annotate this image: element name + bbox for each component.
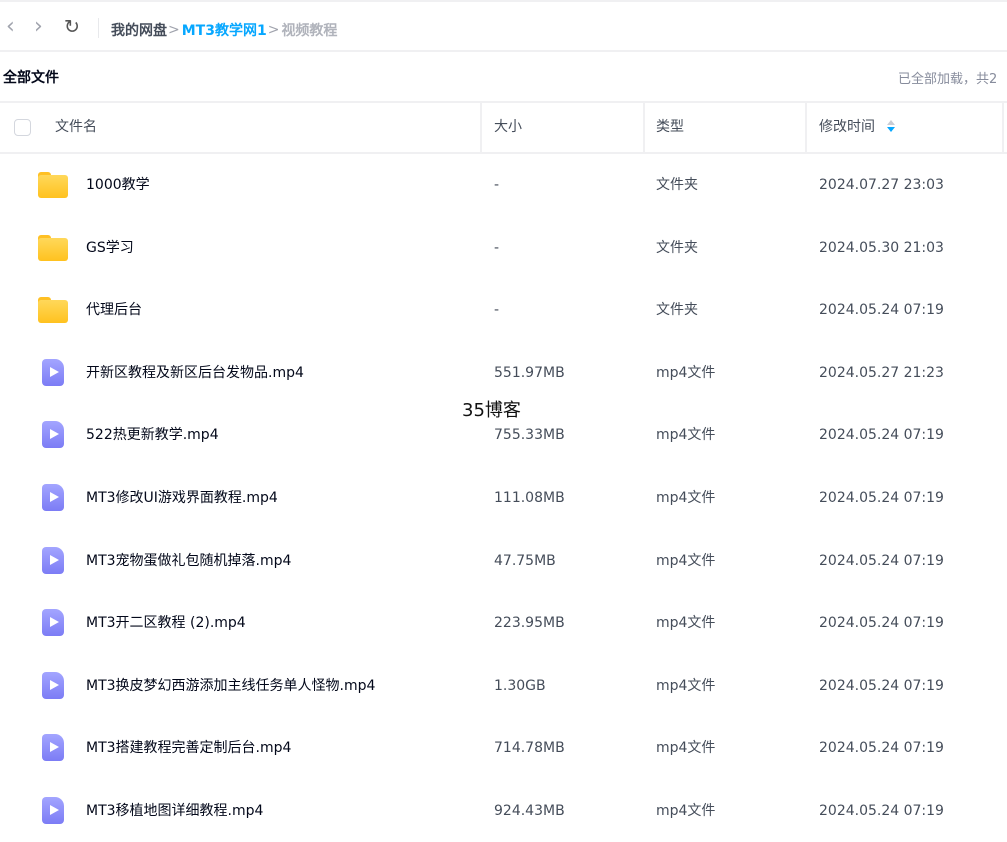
file-type: 文件夹 (656, 177, 698, 193)
file-modified-time: 2024.07.27 23:03 (819, 177, 944, 193)
file-type: mp4文件 (656, 803, 716, 819)
folder-icon (38, 234, 68, 261)
video-file-icon (42, 671, 64, 699)
divider (98, 18, 99, 38)
file-name[interactable]: MT3修改UI游戏界面教程.mp4 (86, 467, 278, 529)
video-file-icon (42, 421, 64, 449)
sort-icon[interactable] (887, 120, 895, 134)
column-name-label: 文件名 (55, 119, 97, 135)
table-header: 文件名 大小 类型 修改时间 (0, 101, 1007, 154)
file-size: - (494, 302, 500, 319)
column-type-label: 类型 (656, 119, 684, 135)
column-name[interactable]: 文件名 (0, 103, 482, 152)
breadcrumb: 我的网盘 > MT3教学网1 > 视频教程 (111, 20, 337, 40)
file-modified-time: 2024.05.24 07:19 (819, 677, 944, 694)
file-name[interactable]: 代理后台 (86, 279, 142, 341)
file-size: 223.95MB (494, 615, 565, 632)
file-modified-time: 2024.05.24 07:19 (819, 302, 944, 319)
file-size: - (494, 239, 500, 256)
video-file-icon (42, 484, 64, 511)
file-size: - (494, 177, 500, 193)
column-type[interactable]: 类型 (645, 103, 807, 152)
file-size: 111.08MB (494, 490, 565, 506)
file-row[interactable]: 1000教学 - 文件夹 2024.07.27 23:03 (0, 154, 1007, 216)
file-modified-time: 2024.05.30 21:03 (819, 239, 944, 256)
breadcrumb-folder[interactable]: MT3教学网1 (182, 20, 267, 40)
column-modified-label: 修改时间 (819, 119, 875, 135)
video-file-icon (42, 358, 64, 386)
file-modified-time: 2024.05.24 07:19 (819, 427, 944, 444)
file-type: mp4文件 (656, 677, 716, 694)
file-type: mp4文件 (656, 364, 716, 381)
back-icon[interactable]: ‹ (6, 16, 26, 40)
file-name[interactable]: MT3换皮梦幻西游添加主线任务单人怪物.mp4 (86, 655, 375, 717)
video-file-icon (42, 734, 64, 762)
file-row[interactable]: MT3换皮梦幻西游添加主线任务单人怪物.mp4 1.30GB mp4文件 2024.0… (0, 655, 1007, 717)
breadcrumb-separator: > (267, 22, 280, 38)
file-type: mp4文件 (656, 427, 716, 444)
file-type: mp4文件 (656, 552, 716, 569)
column-modified[interactable]: 修改时间 (807, 103, 1004, 152)
breadcrumb-my-drive[interactable]: 我的网盘 (111, 20, 167, 40)
file-type: mp4文件 (656, 615, 716, 632)
file-name[interactable]: MT3移植地图详细教程.mp4 (86, 780, 263, 842)
video-file-icon (42, 546, 64, 574)
file-name[interactable]: 1000教学 (86, 154, 150, 216)
column-size[interactable]: 大小 (482, 103, 645, 152)
column-size-label: 大小 (494, 119, 522, 135)
file-modified-time: 2024.05.24 07:19 (819, 615, 944, 632)
file-modified-time: 2024.05.24 07:19 (819, 552, 944, 569)
top-toolbar: ‹ › ↻ 我的网盘 > MT3教学网1 > 视频教程 (0, 0, 1007, 52)
breadcrumb-current: 视频教程 (281, 23, 338, 39)
file-type: mp4文件 (656, 740, 716, 757)
video-file-icon (42, 609, 64, 637)
file-row[interactable]: 开新区教程及新区后台发物品.mp4 551.97MB mp4文件 2024.05.27… (0, 342, 1007, 404)
file-modified-time: 2024.05.24 07:19 (819, 490, 944, 506)
refresh-icon[interactable]: ↻ (64, 16, 84, 40)
section-title: 全部文件 (3, 70, 59, 86)
select-all-checkbox[interactable] (14, 119, 31, 136)
file-size: 714.78MB (494, 740, 565, 757)
file-type: 文件夹 (656, 302, 698, 319)
forward-icon[interactable]: › (34, 16, 54, 40)
file-name[interactable]: 522热更新教学.mp4 (86, 404, 219, 466)
file-modified-time: 2024.05.27 21:23 (819, 364, 944, 381)
file-size: 551.97MB (494, 364, 565, 381)
video-file-icon (42, 797, 64, 824)
folder-icon (38, 172, 68, 198)
file-modified-time: 2024.05.24 07:19 (819, 803, 944, 819)
folder-icon (38, 297, 68, 324)
file-name[interactable]: MT3开二区教程 (2).mp4 (86, 592, 246, 654)
file-name[interactable]: MT3宠物蛋做礼包随机掉落.mp4 (86, 530, 291, 592)
file-row[interactable]: MT3搭建教程完善定制后台.mp4 714.78MB mp4文件 2024.05.24… (0, 717, 1007, 779)
file-row[interactable]: 代理后台 - 文件夹 2024.05.24 07:19 (0, 279, 1007, 341)
file-size: 924.43MB (494, 803, 565, 819)
file-row[interactable]: GS学习 - 文件夹 2024.05.30 21:03 (0, 217, 1007, 279)
watermark: 35博客 (462, 400, 521, 421)
file-row[interactable]: MT3宠物蛋做礼包随机掉落.mp4 47.75MB mp4文件 2024.05.24 … (0, 530, 1007, 592)
file-modified-time: 2024.05.24 07:19 (819, 740, 944, 757)
file-name[interactable]: MT3搭建教程完善定制后台.mp4 (86, 717, 291, 779)
file-type: mp4文件 (656, 490, 716, 506)
file-size: 1.30GB (494, 677, 546, 694)
file-name[interactable]: 开新区教程及新区后台发物品.mp4 (86, 342, 304, 404)
file-size: 47.75MB (494, 552, 556, 569)
file-row[interactable]: MT3移植地图详细教程.mp4 924.43MB mp4文件 2024.05.24 0… (0, 780, 1007, 842)
breadcrumb-separator: > (168, 22, 180, 38)
load-status: 已全部加载，共2 (898, 72, 998, 87)
file-type: 文件夹 (656, 239, 698, 256)
file-row[interactable]: MT3开二区教程 (2).mp4 223.95MB mp4文件 2024.05.24 … (0, 592, 1007, 654)
file-name[interactable]: GS学习 (86, 217, 134, 279)
file-row[interactable]: MT3修改UI游戏界面教程.mp4 111.08MB mp4文件 2024.05.24… (0, 467, 1007, 529)
